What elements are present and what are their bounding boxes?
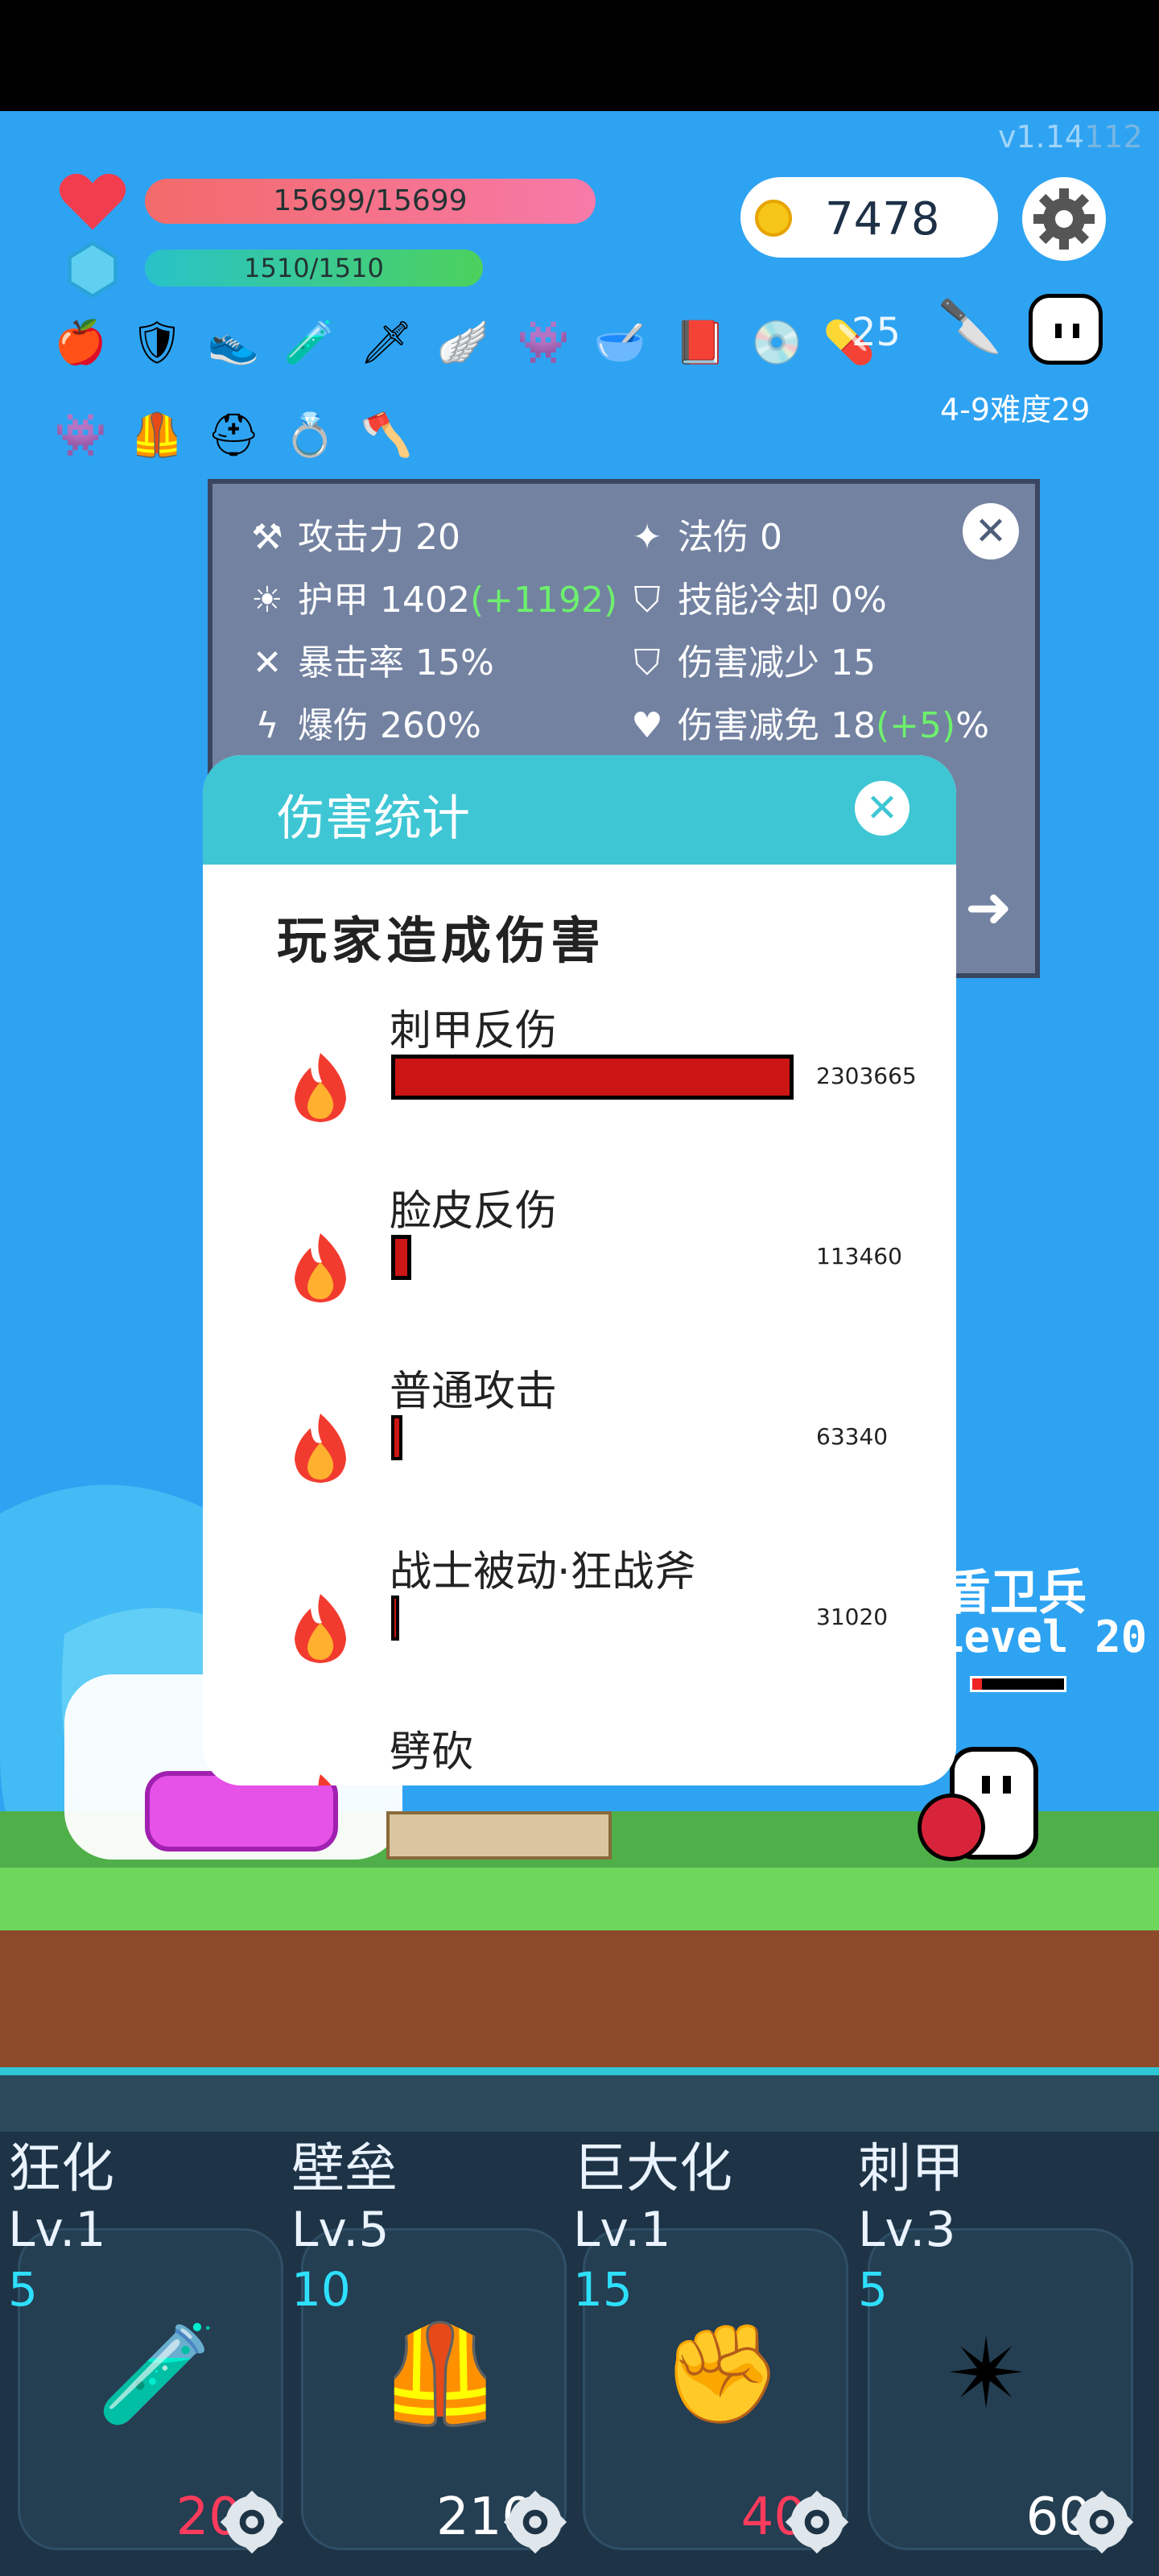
slime-icon[interactable]: 👾 [511, 310, 575, 374]
mortar-icon[interactable]: 🥣 [588, 310, 652, 374]
flame-icon [295, 1414, 346, 1483]
fence [386, 1811, 612, 1860]
damage-source-name: 普通攻击 [390, 1368, 558, 1416]
dirt-ground [0, 1930, 1159, 2067]
damage-bar [391, 1055, 794, 1100]
helmet-icon[interactable]: ⛑ [201, 402, 266, 467]
fist-icon: ✊ [662, 2318, 782, 2430]
damage-source-name: 脸皮反伤 [390, 1187, 558, 1236]
flame-icon [318, 1774, 332, 1785]
book-icon[interactable]: 📕 [668, 310, 732, 374]
version-label: v1.14112 [998, 119, 1143, 155]
skill-level: Lv.1 [8, 2202, 106, 2258]
skill-cost: 10 [291, 2262, 351, 2317]
flame-icon [295, 1233, 346, 1302]
damage-bar [391, 1235, 411, 1280]
damage-value: 2303665 [816, 1063, 917, 1089]
skill-panel-pattern [0, 2075, 1159, 2132]
armor-icon[interactable]: 🦺 [125, 402, 189, 467]
stat-crit-rate: ✕ 暴击率 15% [245, 634, 494, 685]
potion-icon: 🧪 [97, 2318, 217, 2430]
hp-bar: 15699/15699 [145, 179, 596, 224]
skill-level: Lv.1 [573, 2202, 671, 2258]
damage-stats-dialog: 伤害统计 ✕ 玩家造成伤害 刺甲反伤 2303665 脸皮反伤 113460 普通攻击 6… [203, 755, 956, 1785]
gear-icon [1033, 188, 1095, 250]
crossed-swords-icon: ✕ [252, 642, 283, 683]
sword-icon[interactable]: 🗡 [354, 310, 419, 374]
damage-value: 63340 [816, 1423, 889, 1450]
skill-cost: 15 [573, 2262, 633, 2317]
stat-armor: ☀ 护甲 1402(+1192) [245, 571, 617, 622]
dialog-title: 伤害统计 [277, 791, 470, 847]
gold-value: 7478 [825, 193, 940, 246]
disc-icon[interactable]: 💿 [744, 310, 809, 374]
damage-bar [391, 1596, 399, 1641]
ring-icon[interactable]: 💍 [278, 402, 342, 467]
stat-magic: ✦ 法伤 0 [625, 508, 782, 559]
close-dialog-button[interactable]: ✕ [855, 781, 909, 836]
slime-icon[interactable]: 👾 [48, 402, 113, 467]
skill-cost: 5 [858, 2262, 888, 2317]
soul-gear-icon [1070, 2490, 1134, 2554]
mana-crystal-icon [68, 242, 118, 298]
mace-icon: ✴ [947, 2318, 1028, 2430]
skill-level: Lv.3 [858, 2202, 956, 2258]
ghost-icon[interactable] [1029, 294, 1103, 365]
shield-icon[interactable]: 🛡 [125, 310, 189, 374]
coin-icon [755, 200, 792, 237]
damage-source-name: 刺甲反伤 [390, 1007, 558, 1055]
settings-button[interactable] [1022, 177, 1106, 261]
skill-cost: 5 [8, 2262, 38, 2317]
enemy-shield [918, 1794, 985, 1861]
damage-source-name: 战士被动·狂战斧 [390, 1548, 696, 1596]
skill-panel-border [0, 2067, 1159, 2075]
heart-shield-icon: ⛉ [633, 642, 661, 683]
lightning-icon: ϟ [255, 705, 279, 746]
skill-name: 狂化 [8, 2137, 114, 2199]
skill-name: 壁垒 [291, 2137, 398, 2199]
soul-gear-icon [785, 2490, 849, 2554]
stat-cooldown: ⛉ 技能冷却 0% [625, 571, 887, 622]
armor-icon: 🦺 [380, 2318, 501, 2430]
damage-bar [391, 1415, 402, 1460]
enemy-hp-bar [970, 1676, 1066, 1692]
shoe-icon[interactable]: 👟 [201, 310, 266, 374]
heart-icon [59, 173, 126, 230]
item-count: 25 [852, 310, 901, 355]
enemy-level: Level 20 [938, 1612, 1148, 1662]
skill-name: 刺甲 [858, 2137, 964, 2199]
damage-value: 113460 [816, 1243, 902, 1269]
close-stats-button[interactable]: ✕ [963, 503, 1019, 559]
damage-value: 31020 [816, 1604, 889, 1630]
status-bar [0, 0, 1159, 111]
gold-counter: 7478 [740, 177, 998, 258]
skill-level: Lv.5 [291, 2202, 390, 2258]
stat-attack: ⚒ 攻击力 20 [245, 508, 460, 559]
flame-icon [295, 1053, 346, 1122]
axe-icon[interactable]: 🪓 [354, 402, 419, 467]
flame-icon [295, 1594, 346, 1663]
shield-icon: ⛉ [633, 580, 661, 621]
heart-icon: ♥ [631, 705, 663, 746]
skill-name: 巨大化 [573, 2137, 732, 2199]
soul-gear-icon [220, 2490, 284, 2554]
potion-icon[interactable]: 🧪 [278, 310, 342, 374]
wand-icon: ✦ [632, 517, 662, 558]
sun-icon: ☀ [251, 580, 283, 621]
dialog-subtitle: 玩家造成伤害 [277, 911, 606, 970]
stage-difficulty: 4-9难度29 [940, 392, 1091, 427]
damage-source-name: 劈砍 [390, 1728, 474, 1777]
grass-strip [0, 1866, 1159, 1930]
cleaver-icon[interactable]: 🔪 [938, 294, 1002, 358]
apple-icon[interactable]: 🍎 [48, 310, 113, 374]
wing-icon[interactable]: 🪽 [431, 310, 495, 374]
stat-damage-immune: ♥ 伤害减免 18(+5)% [625, 696, 989, 748]
axe-icon: ⚒ [251, 517, 283, 558]
stat-damage-reduce: ⛉ 伤害减少 15 [625, 634, 876, 685]
stat-crit-damage: ϟ 爆伤 260% [245, 696, 481, 748]
soul-gear-icon [503, 2490, 567, 2554]
mp-bar: 1510/1510 [145, 250, 483, 287]
arrow-right-icon[interactable]: ➜ [965, 874, 1013, 940]
